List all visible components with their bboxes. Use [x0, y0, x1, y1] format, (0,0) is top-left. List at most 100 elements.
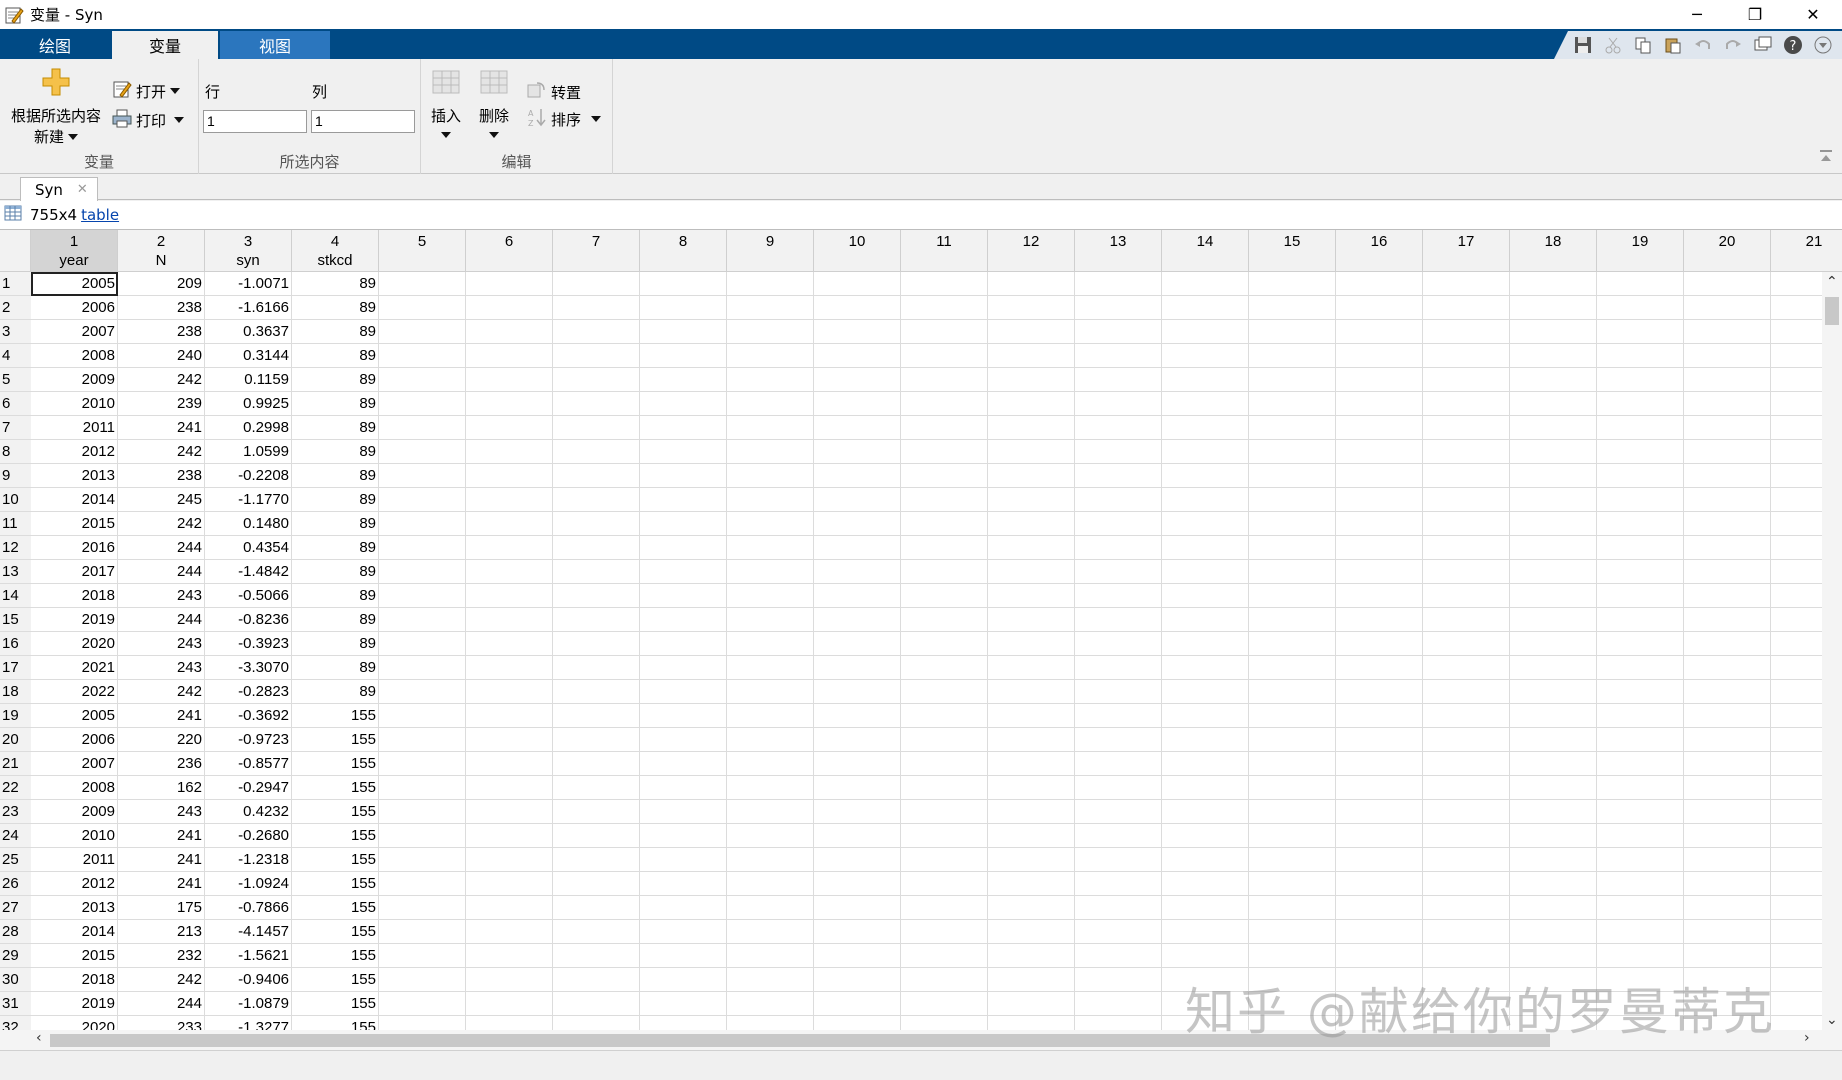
table-cell[interactable]	[1510, 776, 1597, 800]
table-cell[interactable]: 2013	[31, 896, 118, 920]
table-cell[interactable]	[640, 752, 727, 776]
table-cell[interactable]	[988, 584, 1075, 608]
table-cell[interactable]	[727, 392, 814, 416]
table-cell[interactable]	[379, 272, 466, 296]
row-header[interactable]: 2	[0, 296, 31, 320]
horizontal-scrollbar[interactable]: ‹ ›	[0, 1030, 1842, 1050]
row-header[interactable]: 29	[0, 944, 31, 968]
table-cell[interactable]	[379, 488, 466, 512]
table-cell[interactable]	[1162, 968, 1249, 992]
table-cell[interactable]: -0.8236	[205, 608, 292, 632]
table-cell[interactable]	[814, 608, 901, 632]
table-cell[interactable]	[814, 992, 901, 1016]
row-header[interactable]: 16	[0, 632, 31, 656]
table-cell[interactable]: 2006	[31, 296, 118, 320]
column-header-3[interactable]: 3 syn	[205, 230, 292, 272]
table-cell[interactable]	[640, 848, 727, 872]
table-cell[interactable]	[379, 848, 466, 872]
table-cell[interactable]	[1684, 776, 1771, 800]
table-cell[interactable]	[727, 944, 814, 968]
table-cell[interactable]	[727, 848, 814, 872]
table-cell[interactable]	[1336, 560, 1423, 584]
cut-icon[interactable]	[1602, 34, 1624, 56]
table-cell[interactable]	[379, 824, 466, 848]
table-cell[interactable]	[1684, 320, 1771, 344]
table-cell[interactable]	[727, 344, 814, 368]
table-cell[interactable]	[1075, 392, 1162, 416]
table-cell[interactable]	[1162, 920, 1249, 944]
table-cell[interactable]	[1423, 632, 1510, 656]
row-header[interactable]: 6	[0, 392, 31, 416]
table-cell[interactable]	[1684, 968, 1771, 992]
table-cell[interactable]	[553, 296, 640, 320]
table-cell[interactable]	[1597, 272, 1684, 296]
table-cell[interactable]	[1684, 488, 1771, 512]
table-cell[interactable]	[988, 632, 1075, 656]
table-cell[interactable]: 241	[118, 848, 205, 872]
table-cell[interactable]	[727, 584, 814, 608]
table-cell[interactable]	[1075, 584, 1162, 608]
table-cell[interactable]	[1510, 848, 1597, 872]
table-cell[interactable]	[640, 536, 727, 560]
tab-variable[interactable]: 变量	[112, 31, 218, 59]
table-cell[interactable]	[1684, 536, 1771, 560]
table-cell[interactable]	[1597, 1016, 1684, 1030]
table-cell[interactable]: 238	[118, 296, 205, 320]
table-cell[interactable]	[901, 416, 988, 440]
table-cell[interactable]	[1597, 488, 1684, 512]
transpose-button[interactable]: 转置	[527, 81, 581, 103]
table-cell[interactable]	[1684, 920, 1771, 944]
row-header[interactable]: 31	[0, 992, 31, 1016]
table-cell[interactable]	[988, 680, 1075, 704]
table-cell[interactable]	[640, 416, 727, 440]
table-cell[interactable]	[814, 896, 901, 920]
table-cell[interactable]	[1597, 416, 1684, 440]
table-cell[interactable]	[814, 656, 901, 680]
table-cell[interactable]	[379, 800, 466, 824]
table-cell[interactable]	[466, 824, 553, 848]
row-header[interactable]: 28	[0, 920, 31, 944]
table-cell[interactable]	[1249, 608, 1336, 632]
table-cell[interactable]: 0.2998	[205, 416, 292, 440]
table-cell[interactable]	[466, 344, 553, 368]
table-cell[interactable]	[814, 1016, 901, 1030]
table-cell[interactable]	[901, 344, 988, 368]
column-header-5[interactable]: 5	[379, 230, 466, 272]
table-cell[interactable]	[1162, 848, 1249, 872]
table-cell[interactable]	[727, 368, 814, 392]
new-from-selection-button[interactable]: 根据所选内容 新建	[8, 67, 104, 147]
row-header[interactable]: 26	[0, 872, 31, 896]
table-cell[interactable]	[901, 536, 988, 560]
column-header-13[interactable]: 13	[1075, 230, 1162, 272]
table-cell[interactable]	[1684, 272, 1771, 296]
table-cell[interactable]: 244	[118, 560, 205, 584]
table-cell[interactable]: 242	[118, 440, 205, 464]
table-cell[interactable]	[553, 464, 640, 488]
table-cell[interactable]	[1336, 1016, 1423, 1030]
table-cell[interactable]	[1597, 632, 1684, 656]
row-header[interactable]: 11	[0, 512, 31, 536]
table-cell[interactable]	[988, 656, 1075, 680]
table-cell[interactable]	[1249, 824, 1336, 848]
table-cell[interactable]	[1249, 896, 1336, 920]
tab-plots[interactable]: 绘图	[0, 31, 110, 59]
table-cell[interactable]	[1162, 344, 1249, 368]
table-cell[interactable]	[1423, 848, 1510, 872]
table-cell[interactable]	[1597, 704, 1684, 728]
table-cell[interactable]: 155	[292, 872, 379, 896]
row-header[interactable]: 24	[0, 824, 31, 848]
table-cell[interactable]	[901, 800, 988, 824]
table-cell[interactable]	[901, 680, 988, 704]
table-cell[interactable]: -1.5621	[205, 944, 292, 968]
table-cell[interactable]	[1249, 656, 1336, 680]
table-cell[interactable]	[814, 728, 901, 752]
table-cell[interactable]	[1510, 584, 1597, 608]
table-cell[interactable]	[553, 992, 640, 1016]
table-cell[interactable]: 244	[118, 536, 205, 560]
table-cell[interactable]	[1597, 392, 1684, 416]
table-cell[interactable]	[1249, 752, 1336, 776]
table-cell[interactable]: 89	[292, 416, 379, 440]
close-button[interactable]: ✕	[1784, 0, 1842, 29]
table-cell[interactable]	[466, 920, 553, 944]
table-cell[interactable]	[901, 464, 988, 488]
